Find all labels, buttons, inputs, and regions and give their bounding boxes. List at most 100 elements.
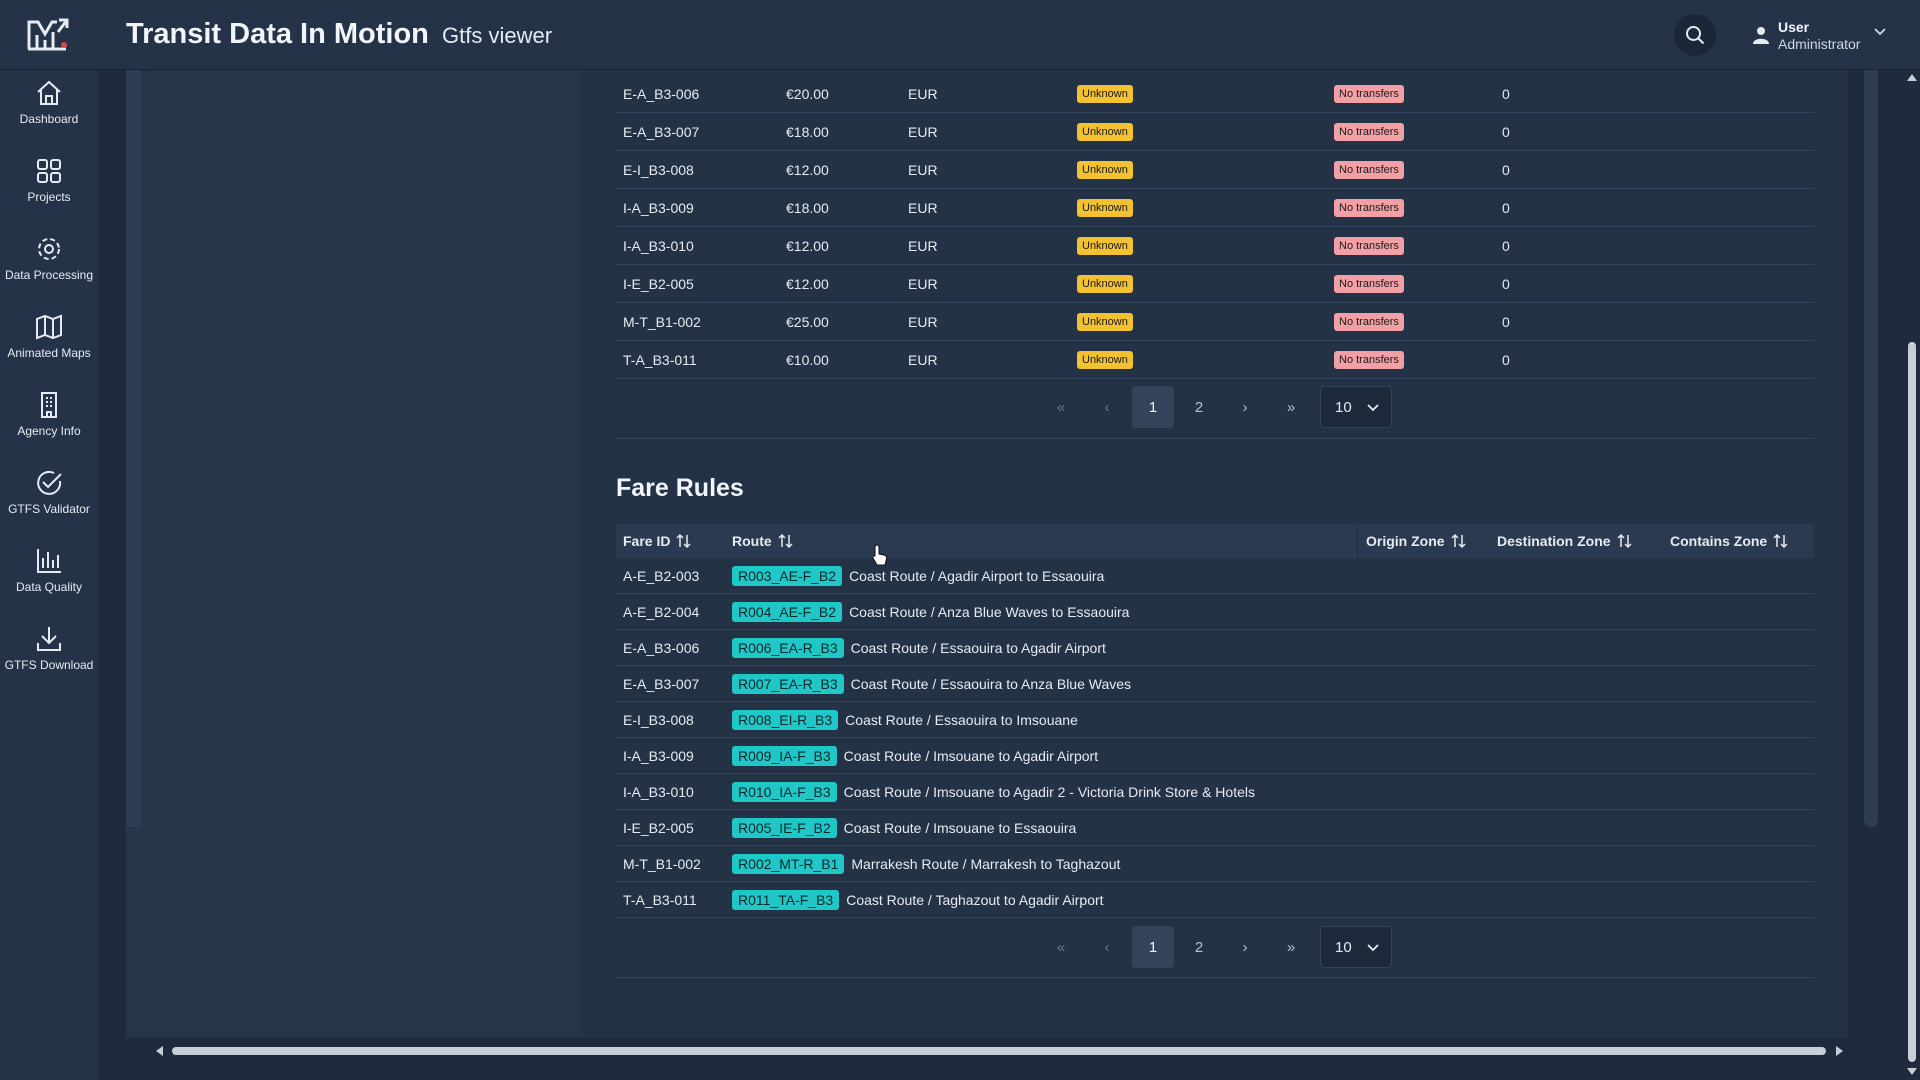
transfers-badge: No transfers <box>1334 313 1404 331</box>
currency-cell-wrap: EUR <box>908 189 938 227</box>
prev-page-button[interactable]: ‹ <box>1086 386 1128 428</box>
rows-per-page-value: 10 <box>1335 938 1352 956</box>
route-id-badge[interactable]: R002_MT-R_B1 <box>732 854 845 874</box>
price-cell: €25.00 <box>786 314 829 330</box>
sidebar-item-data-processing[interactable]: Data Processing <box>0 234 98 304</box>
table-row: I-E_B2-005 R005_IE-F_B2 Coast Route / Imso… <box>616 810 1814 846</box>
grid-icon <box>37 159 61 183</box>
table-row: M-T_B1-002 R002_MT-R_B1 Marrakesh Route / … <box>616 846 1814 882</box>
column-header-contains-zone[interactable]: Contains Zone <box>1670 524 1789 558</box>
horizontal-scroll-thumb[interactable] <box>172 1047 1826 1055</box>
payment-method-badge: Unknown <box>1077 237 1133 255</box>
column-header-destination-zone[interactable]: Destination Zone <box>1497 524 1633 558</box>
route-name: Coast Route / Essaouira to Agadir Airpor… <box>850 640 1106 656</box>
table-row: E-I_B3-008 R008_EI-R_B3 Coast Route / Essa… <box>616 702 1814 738</box>
hand-pointer-icon <box>872 544 888 566</box>
route-id-badge[interactable]: R004_AE-F_B2 <box>732 602 843 622</box>
route-cell: R010_IA-F_B3 Coast Route / Imsouane to Ag… <box>732 774 1255 810</box>
route-cell: R007_EA-R_B3 Coast Route / Essaouira to A… <box>732 666 1131 702</box>
payment-method-badge-wrap: Unknown <box>1077 227 1133 265</box>
fare-id-cell-wrap: I-A_B3-009 <box>623 189 694 227</box>
sort-icon <box>1773 533 1788 549</box>
scroll-up-icon[interactable] <box>1907 74 1917 81</box>
last-page-button[interactable]: » <box>1270 386 1312 428</box>
fare-attributes-pagination: «‹ 1 2 ›» 10 <box>1040 386 1400 428</box>
sidebar-item-dashboard[interactable]: Dashboard <box>0 78 98 148</box>
table-row: T-A_B3-011 R011_TA-F_B3 Coast Route / Tagh… <box>616 882 1814 918</box>
currency-cell: EUR <box>908 276 938 292</box>
fare-id-cell-wrap: E-A_B3-007 <box>623 666 699 702</box>
fare-id-cell-wrap: T-A_B3-011 <box>623 882 697 918</box>
sidebar-item-data-quality[interactable]: Data Quality <box>0 546 98 616</box>
transfer-duration-cell: 0 <box>1502 238 1510 254</box>
building-icon <box>41 392 57 418</box>
first-page-button[interactable]: « <box>1040 386 1082 428</box>
app-logo-icon[interactable] <box>26 18 72 52</box>
price-cell-wrap: €25.00 <box>786 303 829 341</box>
route-name: Coast Route / Essaouira to Anza Blue Wav… <box>850 676 1132 692</box>
route-cell: R005_IE-F_B2 Coast Route / Imsouane to Es… <box>732 810 1076 846</box>
route-id-badge[interactable]: R011_TA-F_B3 <box>732 890 840 910</box>
page-1-button[interactable]: 1 <box>1132 386 1174 428</box>
fare-id-cell-wrap: A-E_B2-003 <box>623 558 699 594</box>
route-id-badge[interactable]: R005_IE-F_B2 <box>732 818 837 838</box>
sidebar-item-gtfs-validator[interactable]: GTFS Validator <box>0 468 98 538</box>
scroll-left-icon[interactable] <box>156 1046 163 1056</box>
route-id-badge[interactable]: R003_AE-F_B2 <box>732 566 843 586</box>
sidebar-item-gtfs-download[interactable]: GTFS Download <box>0 624 98 694</box>
fare-id-cell-wrap: E-A_B3-007 <box>623 113 699 151</box>
next-page-button[interactable]: › <box>1224 926 1266 968</box>
currency-cell: EUR <box>908 352 938 368</box>
sidebar-item-label: Agency Info <box>17 424 81 438</box>
sort-icon <box>1617 533 1632 549</box>
sidebar-item-agency-info[interactable]: Agency Info <box>0 390 98 460</box>
rows-per-page-select[interactable]: 10 <box>1320 386 1392 428</box>
sidebar-item-projects[interactable]: Projects <box>0 156 98 226</box>
route-id-badge[interactable]: R007_EA-R_B3 <box>732 674 844 694</box>
column-header-fare-id[interactable]: Fare ID <box>623 524 692 558</box>
column-separator <box>1357 524 1358 558</box>
transfer-duration-cell-wrap: 0 <box>1502 75 1510 113</box>
table-row: E-A_B3-007 R007_EA-R_B3 Coast Route / Essa… <box>616 666 1814 702</box>
route-id-badge[interactable]: R008_EI-R_B3 <box>732 710 839 730</box>
transfer-duration-cell: 0 <box>1502 124 1510 140</box>
route-name: Coast Route / Imsouane to Agadir Airport <box>843 748 1099 764</box>
route-name: Coast Route / Imsouane to Essaouira <box>843 820 1077 836</box>
chevron-down-icon[interactable] <box>1874 28 1886 36</box>
fare-id-cell: I-E_B2-005 <box>623 276 694 292</box>
page-2-button[interactable]: 2 <box>1178 386 1220 428</box>
column-header-route[interactable]: Route <box>732 524 794 558</box>
fare-rules-title: Fare Rules <box>616 474 744 502</box>
payment-method-badge: Unknown <box>1077 313 1133 331</box>
scroll-right-icon[interactable] <box>1836 1046 1843 1056</box>
payment-method-badge-wrap: Unknown <box>1077 151 1133 189</box>
route-id-badge[interactable]: R006_EA-R_B3 <box>732 638 844 658</box>
transfer-duration-cell-wrap: 0 <box>1502 265 1510 303</box>
prev-page-button[interactable]: ‹ <box>1086 926 1128 968</box>
rows-per-page-select[interactable]: 10 <box>1320 926 1392 968</box>
table-row: I-A_B3-009 R009_IA-F_B3 Coast Route / Imso… <box>616 738 1814 774</box>
price-cell: €10.00 <box>786 352 829 368</box>
payment-method-badge-wrap: Unknown <box>1077 113 1133 151</box>
sidebar-item-animated-maps[interactable]: Animated Maps <box>0 312 98 382</box>
table-row: I-E_B2-005 €12.00 EUR Unknown No transfers 0 <box>616 265 1814 303</box>
route-cell: R011_TA-F_B3 Coast Route / Taghazout to A… <box>732 882 1104 918</box>
column-header-origin-zone[interactable]: Origin Zone <box>1366 524 1467 558</box>
vertical-scroll-thumb[interactable] <box>1908 342 1916 1062</box>
transfers-badge: No transfers <box>1334 199 1404 217</box>
price-cell: €12.00 <box>786 276 829 292</box>
first-page-button[interactable]: « <box>1040 926 1082 968</box>
price-cell: €12.00 <box>786 238 829 254</box>
sidebar-item-label: Projects <box>27 190 71 204</box>
route-id-badge[interactable]: R010_IA-F_B3 <box>732 782 837 802</box>
last-page-button[interactable]: » <box>1270 926 1312 968</box>
page-2-button[interactable]: 2 <box>1178 926 1220 968</box>
search-button[interactable] <box>1674 14 1716 56</box>
next-page-button[interactable]: › <box>1224 386 1266 428</box>
route-name: Coast Route / Taghazout to Agadir Airpor… <box>846 892 1104 908</box>
route-id-badge[interactable]: R009_IA-F_B3 <box>732 746 837 766</box>
scroll-down-icon[interactable] <box>1907 1068 1917 1075</box>
page-1-button[interactable]: 1 <box>1132 926 1174 968</box>
currency-cell-wrap: EUR <box>908 227 938 265</box>
transfers-badge-wrap: No transfers <box>1334 189 1404 227</box>
